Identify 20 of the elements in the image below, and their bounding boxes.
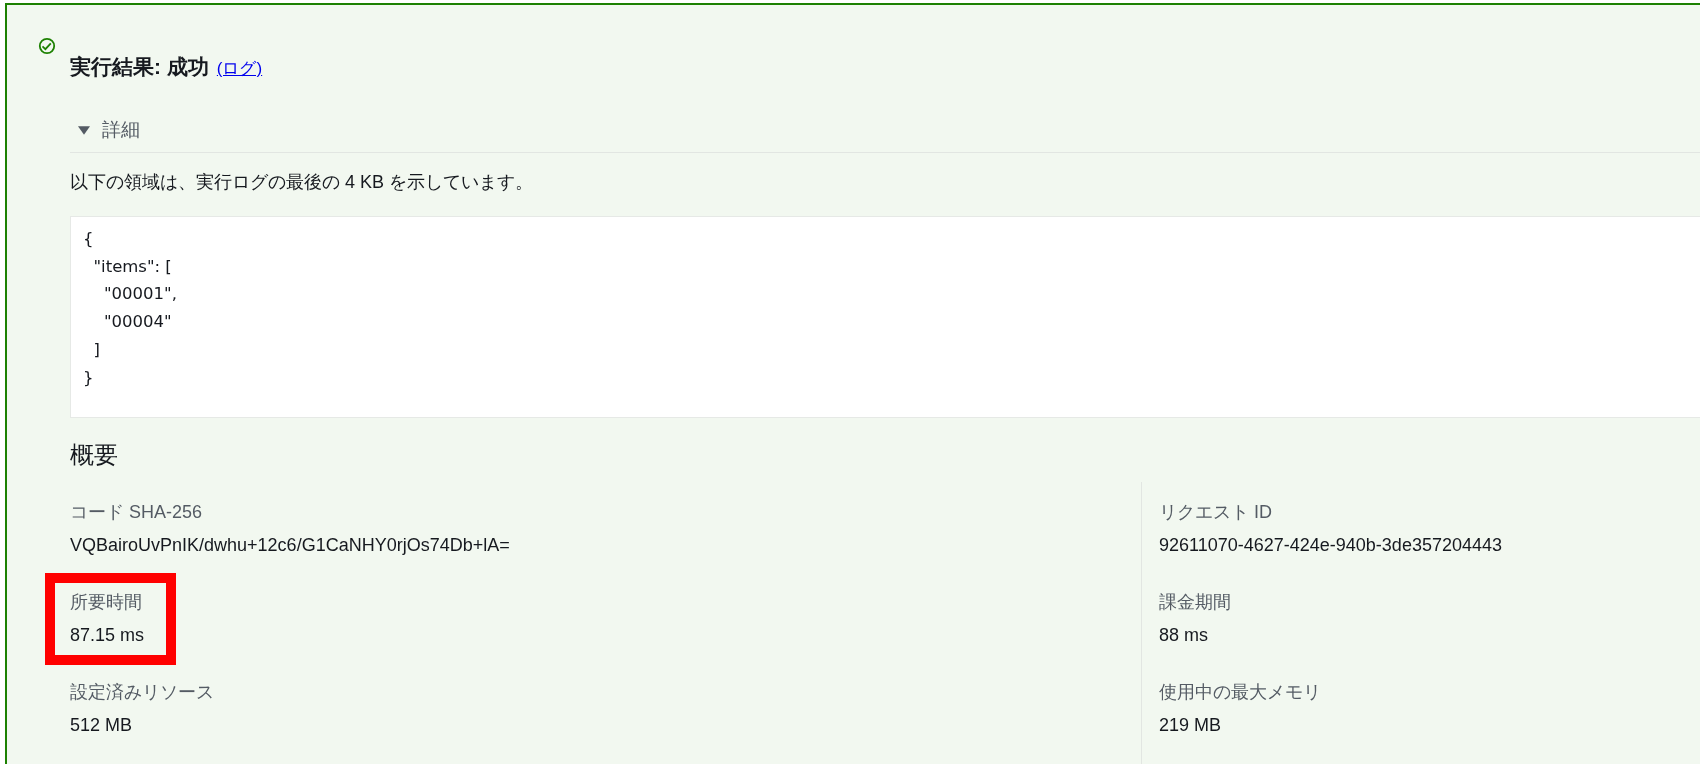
field-value: 92611070-4627-424e-940b-3de357204443 <box>1159 534 1502 557</box>
success-check-icon <box>38 37 56 55</box>
details-toggle[interactable]: 詳細 <box>102 117 140 143</box>
caret-icon[interactable] <box>78 124 90 136</box>
field-label: 設定済みリソース <box>70 681 214 704</box>
field-label: コード SHA-256 <box>70 501 204 524</box>
log-output: { "items": [ "00001", "00004" ] } <box>70 216 1700 418</box>
field-label: 使用中の最大メモリ <box>1159 681 1321 704</box>
section-heading: 概要 <box>70 440 119 470</box>
log-link[interactable]: (ログ) <box>216 57 263 80</box>
field-value: 88 ms <box>1159 624 1210 647</box>
field-label: 所要時間 <box>70 591 143 614</box>
field-value: 219 MB <box>1159 714 1223 737</box>
field-value: 87.15 ms <box>70 624 145 647</box>
field-value: VQBairoUvPnIK/dwhu+12c6/G1CaNHY0rjOs74Db+lA= <box>70 534 510 557</box>
result-title: 実行結果: 成功 <box>70 54 209 80</box>
field-value: 512 MB <box>70 714 134 737</box>
field-label: リクエスト ID <box>1159 501 1273 524</box>
field-label: 課金期間 <box>1159 591 1231 614</box>
description-text: 以下の領域は、実行ログの最後の 4 KB を示しています。 <box>70 171 535 194</box>
